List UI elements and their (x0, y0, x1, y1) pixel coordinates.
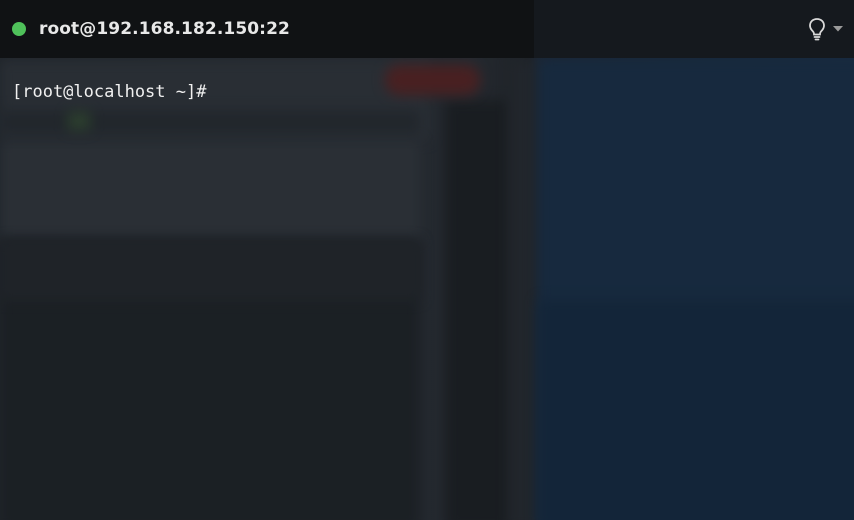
shell-prompt: [root@localhost ~]# (12, 82, 207, 102)
title-bar-tint (534, 0, 854, 58)
lightbulb-icon[interactable] (808, 17, 826, 41)
chevron-down-icon[interactable] (832, 25, 844, 33)
ssh-terminal-window: root@192.168.182.150:22 [root@localhost … (0, 0, 854, 520)
connection-status-icon (12, 22, 26, 36)
session-title: root@192.168.182.150:22 (39, 19, 290, 39)
terminal-area[interactable]: [root@localhost ~]# (0, 58, 854, 520)
title-bar-tools (808, 17, 844, 41)
title-bar: root@192.168.182.150:22 (0, 0, 854, 58)
